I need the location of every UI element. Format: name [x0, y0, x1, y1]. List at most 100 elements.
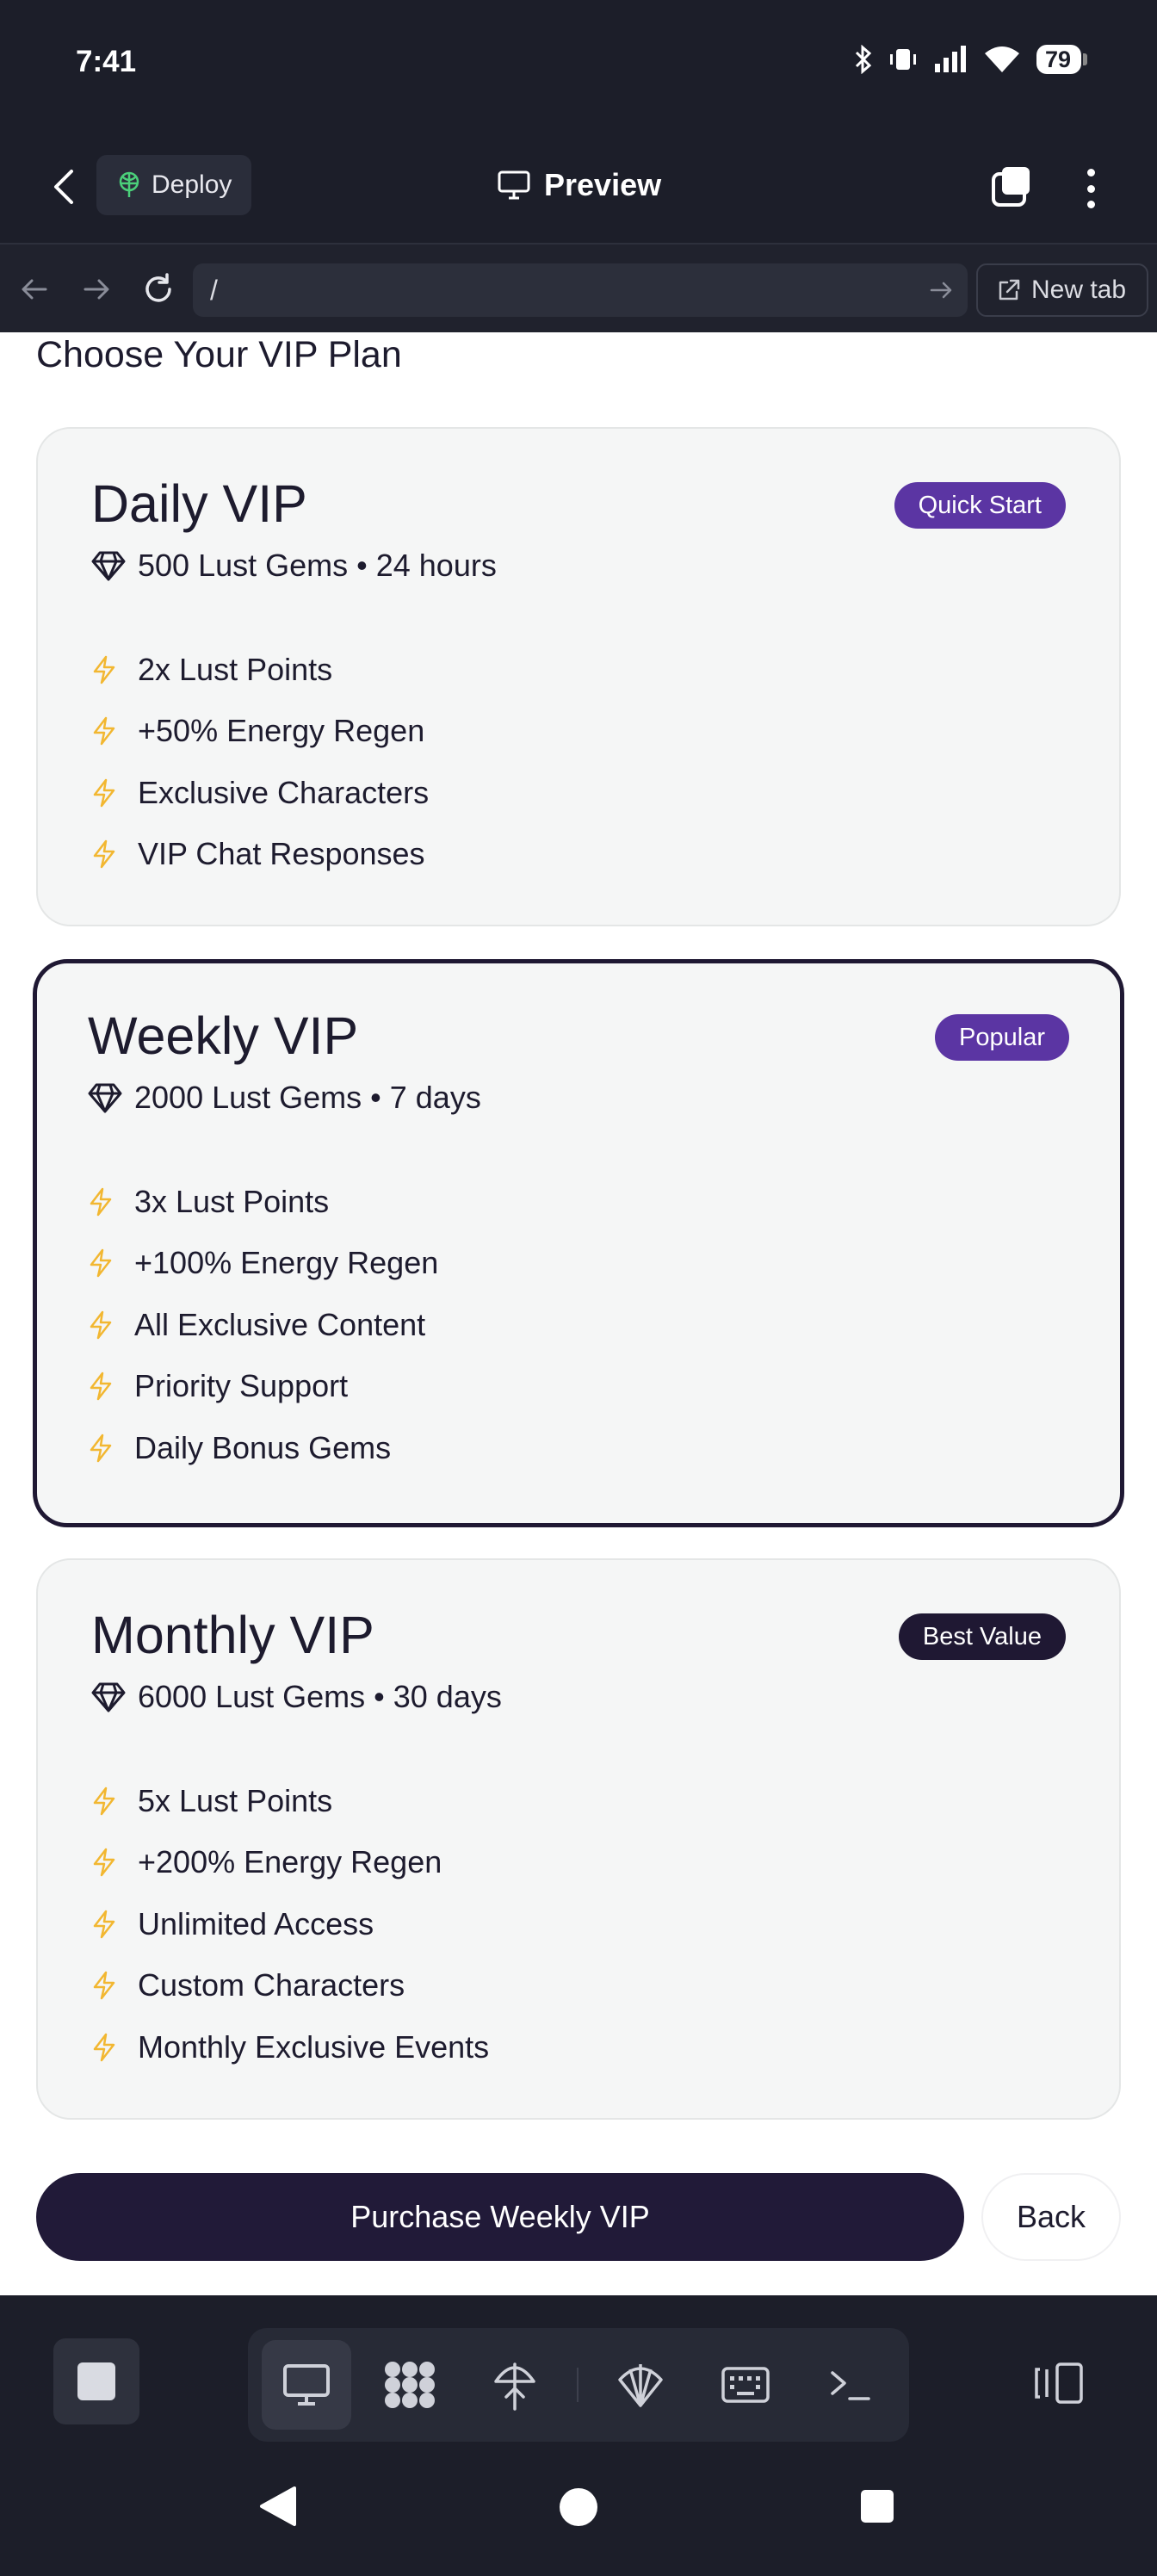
plan-name: Weekly VIP [88, 1006, 359, 1065]
system-nav-bar [0, 2450, 1157, 2576]
feature-text: VIP Chat Responses [138, 836, 425, 872]
shell-icon[interactable] [596, 2340, 685, 2430]
browser-forward-icon[interactable] [72, 265, 121, 313]
feature-item: 5x Lust Points [91, 1770, 489, 1832]
status-time: 7:41 [76, 45, 137, 78]
feature-list: 5x Lust Points +200% Energy Regen Unlimi… [91, 1770, 489, 2078]
deploy-icon [119, 171, 139, 197]
plan-gems: 6000 Lust Gems • 30 days [91, 1679, 502, 1715]
status-bar: 7:41 79 [0, 0, 1157, 129]
tabs-icon[interactable] [990, 165, 1033, 208]
deploy-tool-icon[interactable] [470, 2340, 560, 2430]
browser-bar: / New tab [0, 243, 1157, 332]
feature-item: Daily Bonus Gems [88, 1417, 438, 1479]
lightning-icon [90, 1249, 112, 1278]
purchase-button[interactable]: Purchase Weekly VIP [36, 2173, 964, 2261]
bottom-toolbar [0, 2295, 1157, 2463]
lightning-icon [93, 1910, 115, 1938]
tool-divider [577, 2368, 578, 2402]
feature-text: Custom Characters [138, 1967, 405, 2003]
feature-text: 2x Lust Points [138, 651, 333, 687]
app-bar: Deploy Preview [0, 129, 1157, 243]
plan-name: Daily VIP [91, 474, 307, 533]
feature-item: +50% Energy Regen [91, 701, 429, 763]
go-arrow-icon[interactable] [926, 276, 956, 305]
stop-icon [77, 2362, 115, 2400]
lightning-icon [93, 2033, 115, 2061]
panel-toggle-icon[interactable] [1033, 2361, 1085, 2406]
deploy-button[interactable]: Deploy [96, 155, 251, 215]
preview-label: Preview [544, 167, 662, 202]
battery-icon: 79 [1036, 45, 1088, 74]
url-text: / [210, 274, 218, 306]
feature-item: Exclusive Characters [91, 762, 429, 824]
back-arrow-icon[interactable] [45, 164, 83, 210]
vibrate-icon [889, 49, 916, 70]
plan-card-weekly[interactable]: Weekly VIP Popular 2000 Lust Gems • 7 da… [33, 959, 1124, 1527]
keyboard-icon[interactable] [701, 2340, 790, 2430]
browser-back-icon[interactable] [10, 265, 59, 313]
preview-title: Preview [498, 167, 661, 203]
desktop-icon[interactable] [262, 2340, 351, 2430]
gem-icon [88, 1083, 122, 1113]
gem-icon [91, 1682, 126, 1712]
feature-item: Priority Support [88, 1356, 438, 1418]
monitor-icon [498, 170, 530, 200]
feature-text: Unlimited Access [138, 1905, 374, 1941]
feature-text: 3x Lust Points [134, 1183, 330, 1219]
feature-item: Monthly Exclusive Events [91, 2016, 489, 2078]
gem-icon [91, 551, 126, 581]
lightning-icon [90, 1434, 112, 1462]
feature-text: Monthly Exclusive Events [138, 2028, 490, 2065]
feature-text: Priority Support [134, 1368, 349, 1404]
feature-text: +200% Energy Regen [138, 1844, 442, 1880]
nav-recents-icon[interactable] [861, 2490, 894, 2523]
bluetooth-icon [855, 45, 872, 74]
stop-button[interactable] [53, 2338, 139, 2424]
feature-text: Exclusive Characters [138, 774, 430, 810]
wifi-icon [984, 46, 1019, 72]
lightning-icon [93, 840, 115, 869]
feature-text: +100% Energy Regen [134, 1245, 439, 1281]
feature-list: 2x Lust Points +50% Energy Regen Exclusi… [91, 639, 429, 885]
nav-home-icon[interactable] [560, 2488, 597, 2526]
deploy-label: Deploy [152, 170, 232, 199]
status-icons: 79 [854, 45, 1088, 74]
feature-item: All Exclusive Content [88, 1294, 438, 1356]
feature-text: All Exclusive Content [134, 1306, 426, 1342]
plan-gems-text: 2000 Lust Gems • 7 days [134, 1080, 481, 1115]
lightning-icon [93, 1848, 115, 1877]
reload-icon[interactable] [134, 265, 183, 313]
plan-badge: Popular [935, 1014, 1069, 1061]
nav-back-icon[interactable] [258, 2485, 298, 2528]
lightning-icon [93, 778, 115, 807]
more-options-icon[interactable] [1078, 165, 1104, 212]
feature-item: +100% Energy Regen [88, 1233, 438, 1295]
web-page: Choose Your VIP Plan Daily VIP Quick Sta… [0, 332, 1157, 2295]
terminal-icon[interactable] [806, 2340, 895, 2430]
feature-item: +200% Energy Regen [91, 1832, 489, 1894]
feature-list: 3x Lust Points +100% Energy Regen All Ex… [88, 1171, 438, 1479]
feature-text: +50% Energy Regen [138, 713, 425, 749]
external-link-icon [999, 279, 1020, 300]
lightning-icon [90, 1372, 112, 1401]
apps-icon[interactable] [365, 2340, 455, 2430]
lightning-icon [90, 1187, 112, 1216]
back-button[interactable]: Back [981, 2173, 1121, 2261]
feature-text: Daily Bonus Gems [134, 1429, 392, 1465]
feature-item: VIP Chat Responses [91, 824, 429, 886]
new-tab-button[interactable]: New tab [976, 263, 1148, 317]
plan-badge: Best Value [898, 1613, 1066, 1660]
lightning-icon [93, 1786, 115, 1815]
page-title: Choose Your VIP Plan [36, 334, 402, 375]
feature-item: Unlimited Access [91, 1893, 489, 1955]
lightning-icon [93, 1972, 115, 2000]
plan-card-daily[interactable]: Daily VIP Quick Start 500 Lust Gems • 24… [36, 427, 1121, 926]
plan-gems: 2000 Lust Gems • 7 days [88, 1080, 481, 1116]
feature-item: 2x Lust Points [91, 639, 429, 701]
plan-badge: Quick Start [894, 482, 1066, 529]
plan-name: Monthly VIP [91, 1606, 374, 1664]
url-input[interactable]: / [193, 263, 968, 317]
plan-card-monthly[interactable]: Monthly VIP Best Value 6000 Lust Gems • … [36, 1558, 1121, 2120]
tool-group [248, 2328, 909, 2442]
